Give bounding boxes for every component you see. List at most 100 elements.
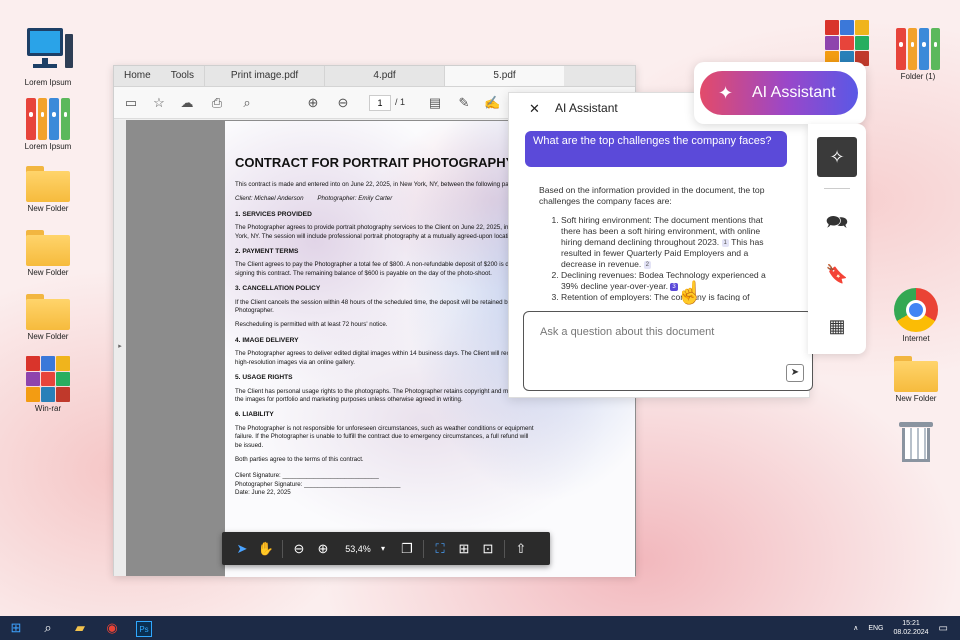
bookmarks-icon[interactable]: 🔖: [823, 260, 851, 288]
desktop-icon-label: Folder (1): [900, 72, 936, 81]
desktop-icon-folder-1[interactable]: New Folder: [13, 166, 83, 213]
folder-icon: [26, 294, 70, 330]
doc-closing: Both parties agree to the terms of this …: [235, 455, 364, 463]
answer-list: Soft hiring environment: The document me…: [561, 215, 771, 301]
comments-icon[interactable]: 🗪: [823, 208, 851, 236]
desktop-icon-binders[interactable]: Lorem Ipsum: [13, 96, 83, 151]
divider: [423, 539, 424, 558]
zoom-level[interactable]: 53,4%: [335, 544, 381, 554]
answer-item: Retention of employers: The company is f…: [561, 292, 771, 301]
chevron-down-icon[interactable]: ▾: [381, 544, 395, 553]
ai-assistant-button[interactable]: ✦ AI Assistant: [700, 71, 858, 115]
page-down-icon[interactable]: ⊖: [335, 95, 351, 111]
section-heading: 6. LIABILITY: [235, 411, 274, 419]
hand-tool-icon[interactable]: ✋: [254, 537, 278, 561]
desktop-icon-folder-2[interactable]: New Folder: [13, 230, 83, 277]
desktop-icon-label: New Folder: [27, 268, 69, 277]
chrome-icon[interactable]: ◉: [96, 616, 128, 640]
tab-print-image[interactable]: Print image.pdf: [204, 66, 324, 86]
panel-title: AI Assistant: [555, 101, 618, 115]
folder-icon: [894, 356, 938, 392]
language-indicator[interactable]: ENG: [868, 625, 883, 632]
tab-bar: Home Tools Print image.pdf 4.pdf 5.pdf: [114, 66, 635, 87]
scan-icon[interactable]: ⇧: [509, 537, 533, 561]
comment-icon[interactable]: ▤: [427, 95, 443, 111]
section-body: The Client agrees to pay the Photographe…: [235, 261, 532, 277]
ai-assistant-button-container: ✦ AI Assistant: [694, 62, 866, 124]
zoom-out-icon[interactable]: ⊖: [287, 537, 311, 561]
desktop-icon-winrar[interactable]: Win-rar: [13, 356, 83, 413]
clock[interactable]: 15:21 08.02.2024: [894, 619, 929, 637]
desktop-icon-internet[interactable]: Internet: [881, 288, 951, 343]
left-panel-toggle[interactable]: ▸: [114, 120, 126, 576]
ai-assistant-panel: ✕ AI Assistant What are the top challeng…: [508, 92, 813, 398]
highlight-pen-icon[interactable]: ✎: [456, 95, 472, 111]
answer-item: Soft hiring environment: The document me…: [561, 215, 771, 270]
file-explorer-icon[interactable]: ▰: [64, 616, 96, 640]
close-icon[interactable]: ✕: [529, 101, 540, 117]
section-body: The Photographer agrees to deliver edite…: [235, 350, 530, 366]
ai-assistant-button-label: AI Assistant: [752, 84, 836, 101]
desktop-icon-computer[interactable]: Lorem Ipsum: [13, 26, 83, 87]
desktop-icon-folder-right[interactable]: New Folder: [881, 356, 951, 403]
assistant-answer: Based on the information provided in the…: [539, 185, 771, 301]
tab-4-pdf[interactable]: 4.pdf: [324, 66, 444, 86]
search-icon[interactable]: ⌕: [32, 616, 64, 640]
notifications-icon[interactable]: ▭: [939, 623, 948, 634]
page-up-icon[interactable]: ⊕: [305, 95, 321, 111]
photoshop-icon[interactable]: Ps: [128, 616, 160, 640]
divider: [824, 188, 850, 189]
document-title: CONTRACT FOR PORTRAIT PHOTOGRAPHY: [235, 155, 515, 170]
ask-question-input[interactable]: [540, 326, 780, 338]
divider: [504, 539, 505, 558]
windows-start-icon[interactable]: ⊞: [0, 616, 32, 640]
binders-icon: [896, 26, 940, 70]
question-input-box[interactable]: ➤: [523, 311, 813, 391]
fit-width-icon[interactable]: ⊞: [452, 537, 476, 561]
select-cursor-icon[interactable]: ➤: [230, 537, 254, 561]
photoshop-label: Ps: [136, 621, 152, 637]
upload-cloud-icon[interactable]: ☁: [179, 95, 195, 111]
section-heading: 5. USAGE RIGHTS: [235, 374, 293, 382]
page-number-input[interactable]: 1: [369, 95, 391, 111]
signature-line: Date: June 22, 2025: [235, 489, 291, 497]
fullscreen-icon[interactable]: ⊡: [476, 537, 500, 561]
sign-icon[interactable]: ✍: [484, 95, 500, 111]
save-icon[interactable]: ▭: [123, 95, 139, 111]
fit-page-icon[interactable]: ⛶: [428, 537, 452, 561]
thumbnails-grid-icon[interactable]: ▦: [823, 312, 851, 340]
desktop-icon-recycle-bin[interactable]: [881, 420, 951, 464]
section-body: The Client has personal usage rights to …: [235, 387, 527, 403]
copy-pages-icon[interactable]: ❐: [395, 537, 419, 561]
desktop-icon-winrar-right[interactable]: [812, 20, 882, 66]
right-tool-rail: ✧ 🗪 🔖 ▦: [808, 124, 866, 354]
desktop-icon-label: Lorem Ipsum: [24, 142, 72, 151]
desktop-icon-label: New Folder: [895, 394, 937, 403]
desktop-icon-label: New Folder: [27, 204, 69, 213]
desktop-icon-label: Lorem Ipsum: [24, 78, 72, 87]
hand-pointer-cursor-icon: ☝: [676, 280, 704, 305]
nav-home[interactable]: Home: [114, 66, 161, 86]
section-heading: 2. PAYMENT TERMS: [235, 248, 299, 256]
answer-intro: Based on the information provided in the…: [539, 185, 765, 206]
citation-badge[interactable]: 1: [721, 238, 729, 247]
doc-intro: This contract is made and entered into o…: [235, 181, 523, 188]
citation-badge[interactable]: 2: [643, 260, 651, 269]
folder-icon: [26, 230, 70, 266]
tab-5-pdf[interactable]: 5.pdf: [444, 66, 565, 86]
star-icon[interactable]: ☆: [151, 95, 167, 111]
signature-line: Client Signature: ______________________…: [235, 472, 379, 480]
section-heading: 3. CANCELLATION POLICY: [235, 285, 321, 293]
nav-tools[interactable]: Tools: [161, 66, 204, 86]
zoom-in-icon[interactable]: ⊕: [311, 537, 335, 561]
search-icon[interactable]: ⌕: [239, 95, 255, 111]
section-body: Rescheduling is permitted with at least …: [235, 321, 388, 329]
desktop-icon-label: Win-rar: [34, 404, 62, 413]
ai-summary-icon[interactable]: ✧: [817, 137, 857, 177]
chevron-up-icon[interactable]: ∧: [853, 624, 858, 632]
signature-block: Client Signature: ______________________…: [235, 472, 535, 497]
desktop-icon-folder-3[interactable]: New Folder: [13, 294, 83, 341]
print-icon[interactable]: ⎙: [209, 95, 225, 111]
desktop-icon-folder-1-right[interactable]: Folder (1): [883, 26, 953, 81]
send-icon[interactable]: ➤: [786, 364, 804, 382]
